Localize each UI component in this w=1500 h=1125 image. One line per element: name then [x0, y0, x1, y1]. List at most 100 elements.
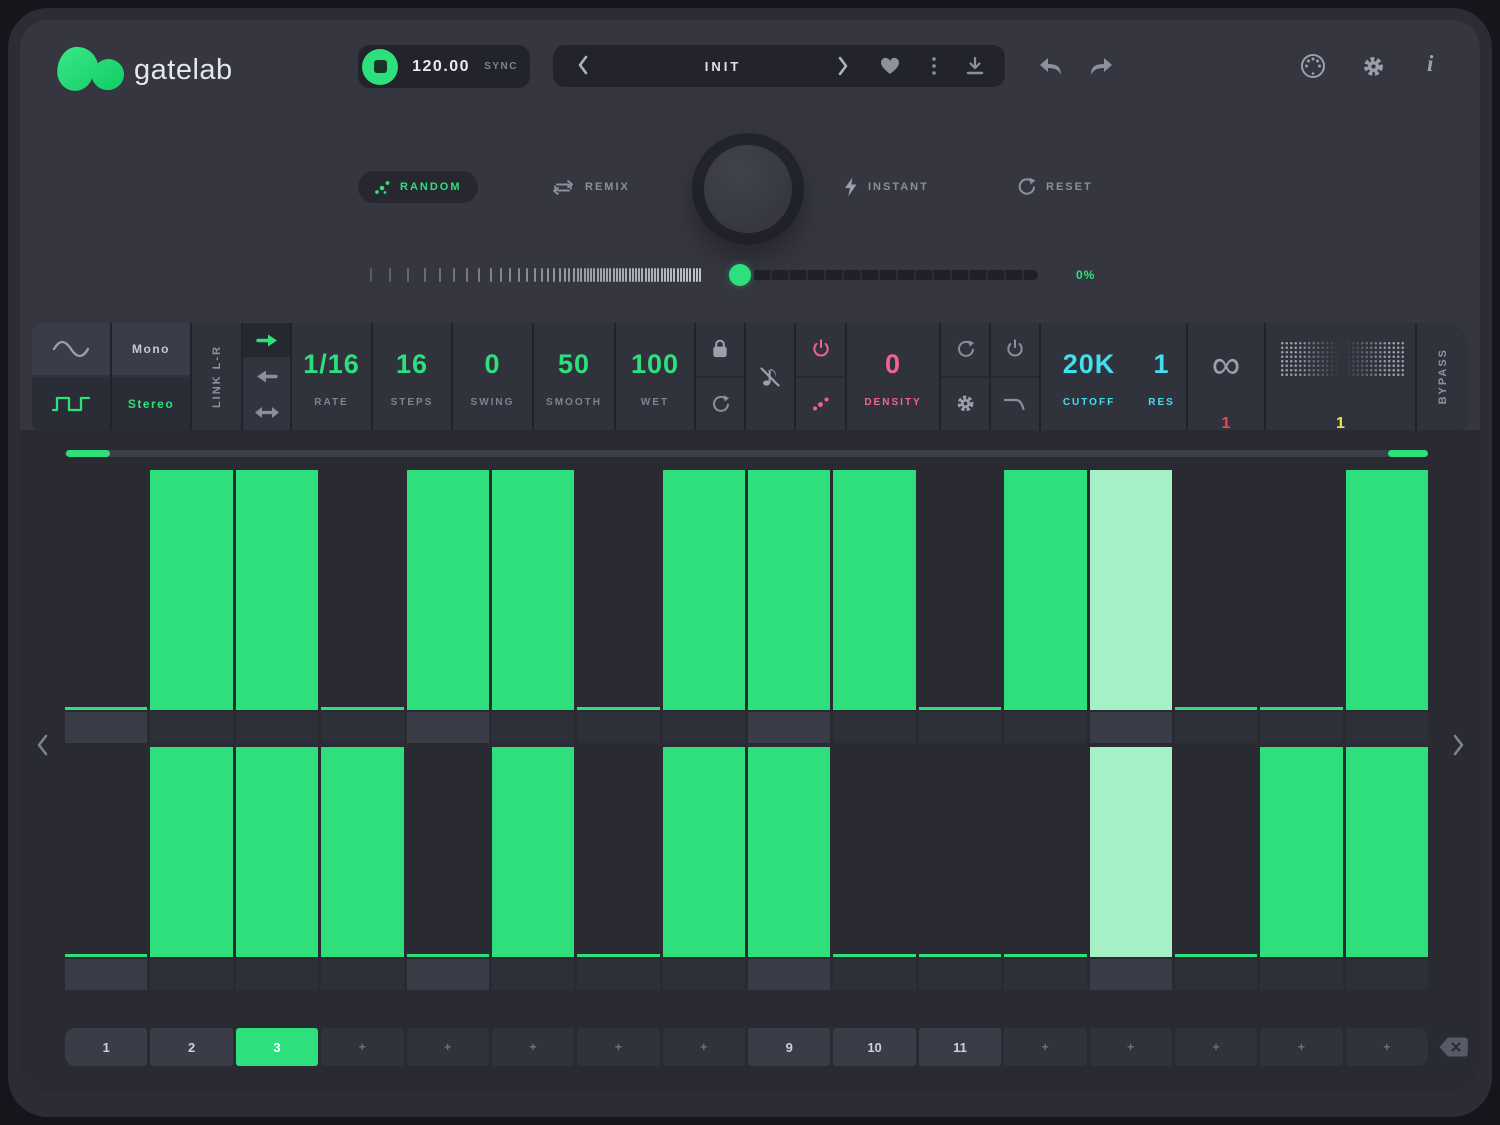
midi-settings-button[interactable] [1299, 52, 1327, 80]
lowpass-button[interactable] [991, 378, 1039, 431]
random-amount-track[interactable] [754, 270, 1038, 280]
step-upper-15[interactable] [1260, 470, 1342, 710]
step-lower-6[interactable] [492, 747, 574, 957]
redo-button[interactable] [1088, 55, 1114, 77]
mono-button[interactable]: Mono [112, 323, 190, 375]
main-knob[interactable] [692, 133, 804, 245]
step-lower-8[interactable] [663, 747, 745, 957]
density-random-button[interactable] [796, 378, 845, 431]
save-preset-button[interactable] [965, 56, 985, 76]
step-lower-16[interactable] [1346, 747, 1428, 957]
step-upper-11[interactable] [919, 470, 1001, 710]
pattern-slot-4[interactable]: + [321, 1028, 403, 1066]
pattern-slot-6[interactable]: + [492, 1028, 574, 1066]
step-lower-10[interactable] [833, 747, 915, 957]
stereo-button[interactable]: Stereo [112, 377, 190, 430]
pattern-slot-10[interactable]: 10 [833, 1028, 915, 1066]
step-upper-9[interactable] [748, 470, 830, 710]
step-upper-6[interactable] [492, 470, 574, 710]
settings-button[interactable] [1361, 54, 1386, 79]
step-lower-9[interactable] [748, 747, 830, 957]
step-upper-5[interactable] [407, 470, 489, 710]
page-left-button[interactable] [34, 732, 50, 758]
pattern-slot-5[interactable]: + [407, 1028, 489, 1066]
direction-pingpong-button[interactable] [243, 395, 290, 430]
pattern-slot-2[interactable]: 2 [150, 1028, 232, 1066]
pattern-slot-15[interactable]: + [1260, 1028, 1342, 1066]
density-cell[interactable]: 0 DENSITY [847, 323, 939, 430]
instant-button[interactable]: INSTANT [843, 171, 929, 203]
direction-forward-button[interactable] [243, 323, 290, 357]
pattern-slot-1[interactable]: 1 [65, 1028, 147, 1066]
filter-settings-button[interactable] [941, 378, 989, 431]
smooth-cell[interactable]: 50 SMOOTH [534, 323, 614, 430]
pattern-slot-9[interactable]: 9 [748, 1028, 830, 1066]
preset-menu-button[interactable] [931, 56, 937, 76]
pattern-slot-13[interactable]: + [1090, 1028, 1172, 1066]
step-upper-4[interactable] [321, 470, 403, 710]
step-upper-3[interactable] [236, 470, 318, 710]
favorite-button[interactable] [880, 57, 900, 75]
random-button[interactable]: RANDOM [358, 171, 478, 203]
res-control[interactable]: 1 RES [1137, 323, 1186, 430]
remix-button[interactable]: REMIX [551, 171, 630, 203]
filter-cycle-button[interactable] [941, 323, 989, 378]
loop-progress-bar[interactable] [65, 450, 1428, 457]
bypass-button[interactable]: BYPASS [1417, 323, 1468, 430]
step-lower-7[interactable] [577, 747, 659, 957]
step-upper-12[interactable] [1004, 470, 1086, 710]
direction-backward-button[interactable] [243, 359, 290, 393]
step-lower-12[interactable] [1004, 747, 1086, 957]
steps-cell[interactable]: 16 STEPS [373, 323, 451, 430]
step-upper-2[interactable] [150, 470, 232, 710]
stop-button[interactable] [362, 49, 398, 85]
step-upper-7[interactable] [577, 470, 659, 710]
pattern-slot-3[interactable]: 3 [236, 1028, 318, 1066]
step-upper-1[interactable] [65, 470, 147, 710]
step-upper-13[interactable] [1090, 470, 1172, 710]
density-power-button[interactable] [796, 323, 845, 378]
step-lower-11[interactable] [919, 747, 1001, 957]
preset-prev-button[interactable] [577, 54, 589, 76]
sine-wave-button[interactable] [32, 323, 110, 375]
noise-cell[interactable]: 1 [1266, 323, 1415, 430]
pattern-slot-14[interactable]: + [1175, 1028, 1257, 1066]
sync-toggle[interactable]: SYNC [484, 61, 518, 72]
cutoff-control[interactable]: 20K CUTOFF [1041, 323, 1137, 430]
step-lower-5[interactable] [407, 747, 489, 957]
relock-button[interactable] [696, 378, 744, 431]
mute-note-button[interactable] [746, 323, 794, 430]
preset-name[interactable]: INIT [613, 59, 833, 74]
rate-cell[interactable]: 1/16 RATE [292, 323, 371, 430]
step-upper-10[interactable] [833, 470, 915, 710]
delete-pattern-button[interactable] [1438, 1036, 1469, 1058]
infinite-cell[interactable]: ∞ 1 [1188, 323, 1264, 430]
pattern-slot-8[interactable]: + [663, 1028, 745, 1066]
step-lower-3[interactable] [236, 747, 318, 957]
undo-button[interactable] [1038, 55, 1064, 77]
swing-cell[interactable]: 0 SWING [453, 323, 532, 430]
random-amount-slider-handle[interactable] [729, 264, 751, 286]
pattern-slot-7[interactable]: + [577, 1028, 659, 1066]
step-upper-14[interactable] [1175, 470, 1257, 710]
square-wave-button[interactable] [32, 377, 110, 430]
step-lower-4[interactable] [321, 747, 403, 957]
lock-button[interactable] [696, 323, 744, 378]
reset-button[interactable]: RESET [1016, 171, 1093, 203]
step-lower-1[interactable] [65, 747, 147, 957]
filter-power-button[interactable] [991, 323, 1039, 378]
wet-cell[interactable]: 100 WET [616, 323, 694, 430]
step-lower-2[interactable] [150, 747, 232, 957]
pattern-slot-12[interactable]: + [1004, 1028, 1086, 1066]
step-lower-15[interactable] [1260, 747, 1342, 957]
step-upper-16[interactable] [1346, 470, 1428, 710]
step-lower-13[interactable] [1090, 747, 1172, 957]
bpm-value[interactable]: 120.00 [398, 58, 484, 76]
pattern-slot-11[interactable]: 11 [919, 1028, 1001, 1066]
step-lower-14[interactable] [1175, 747, 1257, 957]
preset-next-button[interactable] [837, 55, 849, 77]
link-lr-button[interactable]: LINK L-R [192, 323, 241, 430]
page-right-button[interactable] [1451, 732, 1467, 758]
pattern-slot-16[interactable]: + [1346, 1028, 1428, 1066]
step-upper-8[interactable] [663, 470, 745, 710]
